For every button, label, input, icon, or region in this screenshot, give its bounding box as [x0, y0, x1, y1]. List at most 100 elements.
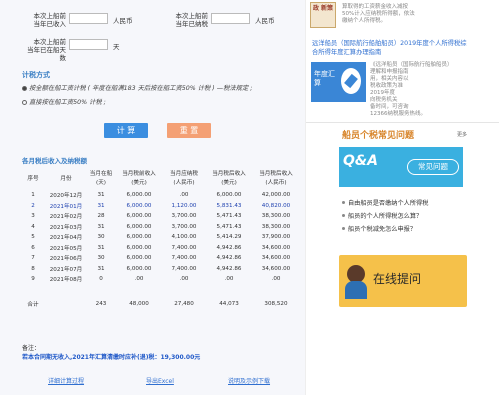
faq-item[interactable]: 自由船员是否缴纳个人所得税 — [342, 198, 428, 207]
table-row: 5 2021年04月 30 6,000.00 4,100.00 5,414.29 37,90… — [20, 232, 300, 243]
prior-income-input[interactable] — [69, 13, 108, 24]
faq-item[interactable]: 船员个税减免怎么申报？ — [342, 224, 416, 233]
article-desc: 《远洋船员（国际航行船舶船员） 理解和申报指南 用，相关内容以 税收政策为准 2019年… — [370, 62, 453, 117]
annual-settlement-image-caption: 年度汇算 — [314, 70, 335, 87]
field-income-label: 本次上船前 当年已收入 — [33, 12, 67, 28]
table-cell: 7,400.00 — [171, 265, 197, 272]
table-cell: 31 — [97, 223, 105, 230]
more-link[interactable]: 更多 — [457, 131, 467, 138]
table-cell: 5 — [31, 234, 35, 241]
table-cell: 8 — [31, 265, 35, 272]
radio-checked-icon[interactable] — [22, 86, 27, 91]
bullet-icon — [342, 201, 345, 204]
table-cell: 2020年12月 — [49, 193, 83, 200]
table-cell — [20, 285, 300, 299]
table-total-row: 合计 243 48,000 27,480 44,073 308,520 — [20, 299, 300, 310]
article-title-link[interactable]: 远洋船员（国际航行船舶船员）2019年度个人所得税综合所得年度汇算办理指南 — [312, 40, 472, 57]
table-cell: 31 — [97, 192, 105, 199]
table-cell: 2021年01月 — [49, 203, 83, 210]
table-cell: 243 — [95, 300, 107, 307]
table-cell: .00 — [179, 192, 189, 199]
prior-days-input[interactable] — [69, 39, 108, 50]
table-cell: 38,300.00 — [261, 223, 291, 230]
table-row: 2 2021年01月 31 6,000.00 1,120.00 5,831.43 40,82… — [20, 201, 300, 212]
table-row: 3 2021年02月 28 6,000.00 3,700.00 5,471.43 38,30… — [20, 211, 300, 222]
export-excel-link[interactable]: 导出Excel — [146, 376, 174, 385]
faq-title: 船员个税常见问题 — [342, 131, 415, 141]
reset-button[interactable]: 重 置 — [167, 123, 211, 138]
table-cell: 44,073 — [219, 300, 239, 307]
table-cell: 30 — [97, 234, 105, 241]
table-cell: 308,520 — [264, 300, 288, 307]
radio-unchecked-icon[interactable] — [22, 100, 27, 105]
table-cell: 40,820.00 — [261, 202, 291, 209]
table-cell: 48,000 — [129, 300, 149, 307]
note-label: 备注： — [22, 345, 41, 352]
prior-tax-input[interactable] — [211, 13, 250, 24]
col-header: 当月应纳税 (人民币) — [170, 171, 198, 186]
table-cell: 4,942.86 — [216, 265, 242, 272]
table-cell: 3,700.00 — [171, 223, 197, 230]
tax-method-title: 计税方式 — [22, 71, 50, 79]
table-cell: 2021年03月 — [49, 224, 83, 231]
table-cell: 34,600.00 — [261, 244, 291, 251]
field-tax-unit: 人民币 — [255, 17, 275, 25]
faq-banner[interactable]: Q&A 常见问题 — [339, 147, 463, 187]
table-cell: 1 — [31, 192, 35, 199]
table-cell: 34,600.00 — [261, 255, 291, 262]
online-question-label: 在线提问 — [373, 272, 422, 286]
table-cell: 6,000.00 — [126, 234, 152, 241]
faq-item[interactable]: 船员的个人所得税怎么算？ — [342, 211, 422, 220]
table-row: 7 2021年06月 30 6,000.00 7,400.00 4,942.86 34,60… — [20, 253, 300, 264]
table-cell: 2 — [31, 202, 35, 209]
col-header: 当月税后收入 (美元) — [212, 171, 246, 186]
table-cell: 2021年04月 — [49, 235, 83, 242]
table-cell: 2021年02月 — [49, 214, 83, 221]
bullet-icon — [342, 214, 345, 217]
table-cell: 0 — [99, 276, 103, 283]
policy-badge-icon: 政 新策 — [310, 2, 336, 28]
method-option-half[interactable]: 直接按在船工资50% 计税 ; — [22, 97, 106, 106]
field-tax-label: 本次上船前 当年已纳税 — [175, 12, 209, 28]
table-row: 6 2021年05月 31 6,000.00 7,400.00 4,942.86 34,60… — [20, 243, 300, 254]
faq-banner-title: Q&A — [343, 153, 378, 169]
table-cell: 9 — [31, 276, 35, 283]
compass-icon — [341, 68, 361, 94]
table-cell: 合计 — [27, 301, 39, 308]
table-cell: 31 — [97, 202, 105, 209]
method-option-full[interactable]: 按全额在船工资计税 ( 年度在船满183 天后按在船工资50% 计税 ) —税法… — [22, 83, 252, 92]
bullet-icon — [342, 227, 345, 230]
calculate-button[interactable]: 计 算 — [104, 123, 148, 138]
table-cell: 31 — [97, 244, 105, 251]
table-cell: 4,100.00 — [171, 234, 197, 241]
help-download-link[interactable]: 说明及示例下载 — [228, 376, 270, 385]
field-income-unit: 人民币 — [113, 17, 133, 25]
table-cell: 27,480 — [174, 300, 194, 307]
annual-settlement-image[interactable]: 年度汇算 — [311, 62, 366, 102]
table-cell: 2021年06月 — [49, 256, 83, 263]
table-cell: 7 — [31, 255, 35, 262]
table-cell: 6,000.00 — [126, 213, 152, 220]
table-cell: 5,414.29 — [216, 234, 242, 241]
online-question-button[interactable]: 在线提问 — [339, 255, 467, 307]
col-header: 月份 — [60, 175, 72, 182]
table-cell — [46, 299, 86, 310]
right-sidebar: 政 新策 算取得的工资薪金收入减按 50%计入应纳税所得额，依法 缴纳个人所得税。 … — [305, 0, 499, 395]
table-cell: .00 — [134, 276, 144, 283]
table-cell: 6,000.00 — [216, 192, 242, 199]
table-cell: 3,700.00 — [171, 213, 197, 220]
table-cell: 6,000.00 — [126, 244, 152, 251]
table-cell: 34,600.00 — [261, 265, 291, 272]
table-cell: 38,300.00 — [261, 213, 291, 220]
table-cell: 6,000.00 — [126, 265, 152, 272]
table-row: 4 2021年03月 31 6,000.00 3,700.00 5,471.43 38,30… — [20, 222, 300, 233]
table-cell: 5,831.43 — [216, 202, 242, 209]
table-cell: 4,942.86 — [216, 244, 242, 251]
table-cell: 5,471.43 — [216, 223, 242, 230]
table-cell: 2021年08月 — [49, 277, 83, 284]
table-cell: 4 — [31, 223, 35, 230]
table-cell: 7,400.00 — [171, 255, 197, 262]
table-row: 1 2020年12月 31 6,000.00 .00 6,000.00 42,000.00 — [20, 190, 300, 201]
divider — [306, 122, 499, 123]
detail-link[interactable]: 详细计算过程 — [48, 376, 84, 385]
